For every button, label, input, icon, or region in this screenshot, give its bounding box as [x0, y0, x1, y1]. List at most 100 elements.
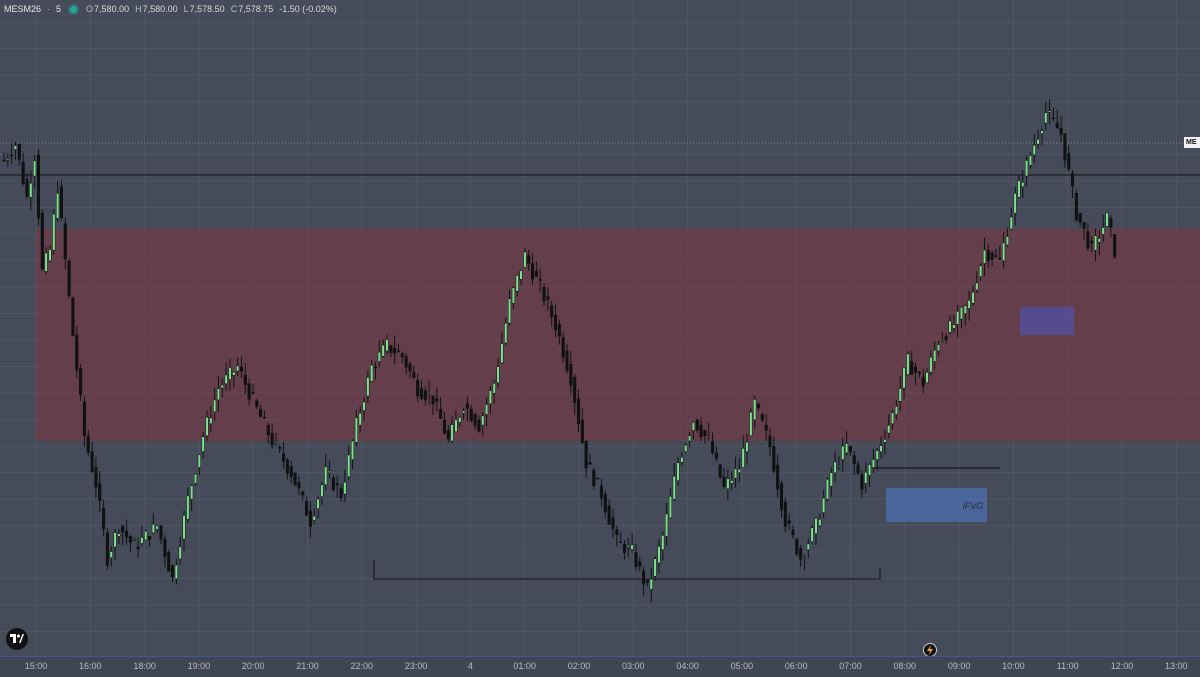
time-tick-label: 05:00: [730, 661, 754, 671]
candle-up: [1002, 242, 1006, 262]
candle-up: [370, 364, 374, 382]
candle-down: [17, 143, 21, 160]
candle-down: [580, 419, 584, 443]
candle-up: [733, 468, 738, 479]
candle-up: [1028, 155, 1032, 166]
candle-up: [190, 485, 194, 500]
candle-down: [247, 383, 251, 400]
candle-up: [504, 322, 508, 344]
candle-up: [320, 484, 324, 497]
candle-down: [779, 483, 784, 511]
candle-up: [959, 306, 964, 320]
candle-down: [121, 525, 125, 533]
candle-down: [1051, 117, 1055, 119]
candle-down: [596, 477, 600, 480]
candle-down: [1063, 133, 1067, 161]
candle-down: [419, 387, 424, 399]
candle-up: [1036, 139, 1040, 145]
candle-down: [278, 447, 282, 449]
candle-up: [29, 182, 33, 198]
candle-up: [186, 495, 190, 520]
lightning-icon[interactable]: [923, 643, 937, 657]
candle-down: [431, 395, 435, 405]
candle-down: [331, 477, 335, 491]
candle-down: [147, 536, 152, 540]
candle-down: [764, 424, 768, 431]
candle-up: [806, 543, 810, 550]
candle-down: [163, 538, 167, 557]
candle-down: [389, 345, 393, 353]
candle-down: [856, 464, 860, 474]
candle-up: [979, 265, 983, 277]
candle-up: [458, 416, 462, 423]
candle-up: [891, 412, 895, 425]
tradingview-logo-icon[interactable]: [6, 628, 28, 650]
candle-down: [799, 548, 803, 560]
candle-down: [305, 501, 309, 516]
candle-down: [297, 482, 301, 489]
candle-up: [684, 444, 688, 452]
candle-down: [167, 552, 171, 572]
candle-up: [887, 425, 891, 434]
candle-up: [174, 564, 178, 580]
candle-up: [350, 440, 355, 460]
candle-up: [902, 367, 906, 389]
candle-down: [416, 379, 420, 397]
candle-down: [373, 366, 378, 369]
candle-down: [990, 252, 994, 260]
candle-up: [178, 546, 182, 560]
candle-down: [1078, 212, 1082, 223]
candle-down: [469, 408, 473, 422]
candle-up: [1009, 216, 1013, 230]
candle-down: [557, 324, 561, 337]
candle-down: [607, 505, 611, 525]
time-tick-label: 19:00: [187, 661, 211, 671]
candle-down: [611, 517, 615, 530]
candle-up: [427, 392, 431, 395]
candle-up: [883, 439, 887, 443]
candle-down: [791, 529, 795, 536]
symbol-name[interactable]: MESM26: [4, 4, 41, 14]
candle-down: [699, 424, 703, 438]
candle-down: [573, 377, 577, 403]
time-tick-label: 03:00: [622, 661, 645, 671]
time-tick-label: 12:00: [1110, 661, 1134, 671]
candle-up: [661, 535, 665, 550]
candle-up: [343, 481, 347, 495]
candle-up: [680, 456, 684, 463]
candle-down: [2, 159, 6, 162]
candle-up: [377, 351, 381, 362]
candle-up: [44, 252, 48, 272]
candle-up: [691, 422, 695, 431]
candle-up: [653, 558, 657, 577]
time-tick-label: 21:00: [296, 661, 319, 671]
candle-down: [412, 371, 416, 378]
candle-down: [994, 255, 998, 257]
candle-up: [508, 298, 512, 324]
candle-up: [825, 479, 830, 500]
candle-up: [871, 459, 875, 468]
candle-up: [312, 515, 316, 521]
market-status-icon: [70, 5, 78, 13]
candle-up: [117, 533, 121, 537]
candle-up: [52, 213, 56, 251]
candle-down: [1071, 173, 1075, 187]
candle-up: [1005, 236, 1010, 246]
candle-up: [132, 540, 136, 542]
candle-up: [810, 527, 814, 542]
candle-up: [385, 339, 389, 352]
candle-up: [324, 466, 328, 485]
candle-down: [79, 368, 83, 396]
time-tick-label: 10:00: [1002, 661, 1025, 671]
price-chart[interactable]: iFVG: [0, 0, 1200, 656]
time-tick-label: 09:00: [947, 661, 971, 671]
candle-down: [86, 435, 90, 453]
time-axis[interactable]: 15:00 16:00 18:00 19:00 20:00 21:00 22:00 23:00…: [0, 656, 1200, 677]
candle-down: [860, 473, 864, 490]
candle-up: [875, 450, 879, 460]
candle-down: [255, 400, 259, 407]
candle-down: [465, 403, 469, 409]
candle-up: [488, 390, 492, 405]
time-tick-label: 16:00: [79, 661, 102, 671]
interval[interactable]: 5: [56, 4, 61, 14]
